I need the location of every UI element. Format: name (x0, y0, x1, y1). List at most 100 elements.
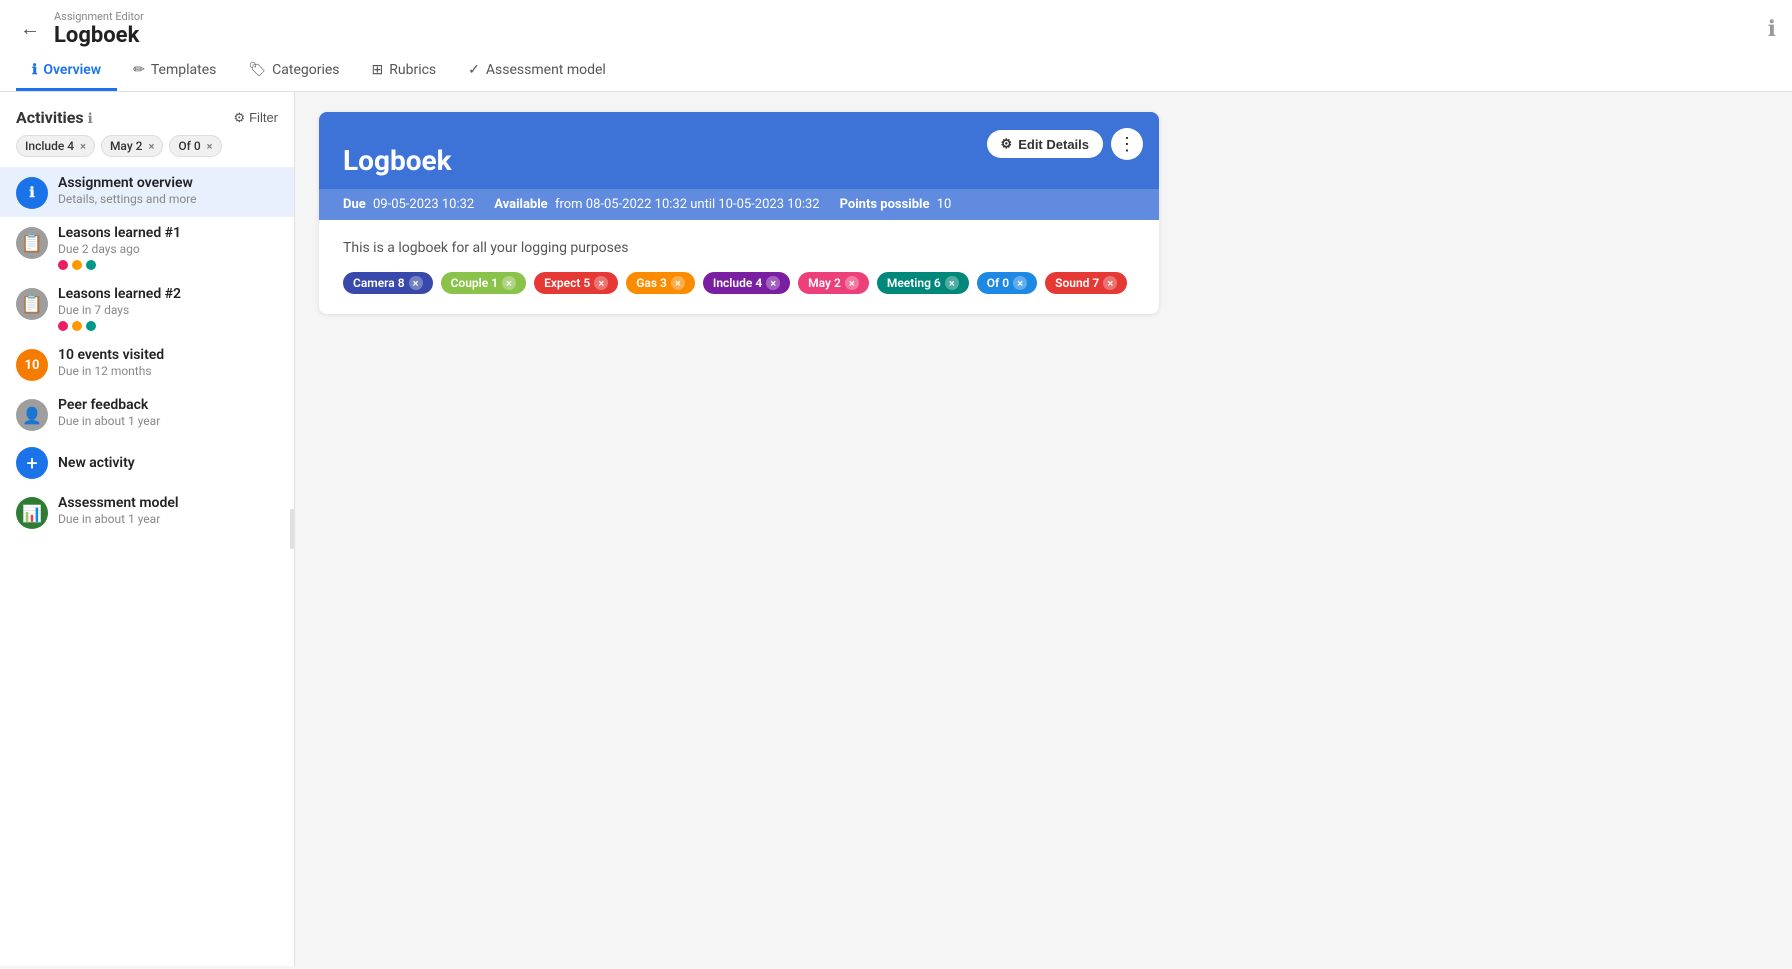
activity-sub-assessment: Due in about 1 year (58, 512, 278, 526)
tag-gas[interactable]: Gas 3 × (626, 272, 695, 294)
filter-label: Filter (249, 110, 278, 125)
chip-may-label: May 2 (110, 139, 143, 153)
chip-of0[interactable]: Of 0 × (169, 135, 221, 157)
activity-icon-leasons2: 📋 (16, 288, 48, 320)
sidebar-item-leasons-2[interactable]: 📋 Leasons learned #2 Due in 7 days (0, 278, 294, 339)
sidebar-item-events[interactable]: 10 10 events visited Due in 12 months (0, 339, 294, 389)
chip-of0-label: Of 0 (178, 139, 200, 153)
activities-info-icon[interactable]: ℹ (88, 111, 93, 127)
tag-meeting-close[interactable]: × (945, 276, 959, 290)
back-button[interactable]: ← (16, 14, 44, 45)
tag-camera-close[interactable]: × (409, 276, 423, 290)
tab-rubrics[interactable]: ⊞ Rubrics (356, 52, 453, 91)
dot-orange2 (72, 321, 82, 331)
gear-icon: ⚙ (1001, 136, 1013, 152)
assignment-card: ⚙ Edit Details ⋮ Logboek Due 09-05-2023 … (319, 112, 1159, 314)
sidebar-header: Activities ℹ ⚙ Filter (0, 104, 294, 135)
sidebar-item-peer-feedback[interactable]: 👤 Peer feedback Due in about 1 year (0, 389, 294, 439)
available-label: Available (494, 197, 547, 212)
tab-categories-label: Categories (272, 62, 339, 78)
tab-assessment[interactable]: ✓ Assessment model (452, 52, 622, 91)
dot-pink (58, 260, 68, 270)
tag-camera[interactable]: Camera 8 × (343, 272, 433, 294)
new-activity-button[interactable]: + New activity (0, 439, 294, 487)
due-label: Due (343, 197, 366, 212)
activity-name-leasons2: Leasons learned #2 (58, 286, 278, 302)
tag-couple-close[interactable]: × (502, 276, 516, 290)
tag-sound-close[interactable]: × (1103, 276, 1117, 290)
card-body: This is a logboek for all your logging p… (319, 220, 1159, 314)
sidebar: Activities ℹ ⚙ Filter Include 4 × May 2 … (0, 92, 295, 966)
dot-teal (86, 260, 96, 270)
edit-details-button[interactable]: ⚙ Edit Details (987, 130, 1103, 158)
activity-icon-events: 10 (16, 349, 48, 381)
points-value: 10 (937, 197, 952, 212)
activity-sub-leasons1: Due 2 days ago (58, 242, 278, 256)
dot-orange (72, 260, 82, 270)
available-value: from 08-05-2022 10:32 until 10-05-2023 1… (555, 197, 820, 212)
sidebar-item-assignment-overview[interactable]: ℹ Assignment overview Details, settings … (0, 167, 294, 217)
categories-icon: 🏷 (248, 62, 266, 78)
more-options-button[interactable]: ⋮ (1111, 128, 1143, 160)
tab-assessment-label: Assessment model (486, 62, 606, 78)
header-title: Logboek (54, 23, 144, 48)
tag-include-label: Include 4 (713, 276, 762, 290)
points-label: Points possible (840, 197, 930, 212)
tag-gas-close[interactable]: × (671, 276, 685, 290)
assessment-icon: ✓ (468, 62, 480, 78)
chip-of0-close[interactable]: × (207, 140, 213, 153)
tab-templates[interactable]: ✏ Templates (117, 52, 232, 91)
filter-button[interactable]: ⚙ Filter (233, 110, 278, 126)
activity-info-leasons2: Leasons learned #2 Due in 7 days (58, 286, 278, 331)
sidebar-item-leasons-1[interactable]: 📋 Leasons learned #1 Due 2 days ago (0, 217, 294, 278)
tag-ofzero[interactable]: Of 0 × (977, 272, 1037, 294)
tag-include-close[interactable]: × (766, 276, 780, 290)
header-subtitle: Assignment Editor (54, 10, 144, 23)
tag-may[interactable]: May 2 × (798, 272, 869, 294)
activity-info-overview: Assignment overview Details, settings an… (58, 175, 278, 206)
tag-may-close[interactable]: × (845, 276, 859, 290)
header: ← Assignment Editor Logboek ℹ ℹ Overview… (0, 0, 1792, 92)
activity-icon-peer: 👤 (16, 399, 48, 431)
tag-include[interactable]: Include 4 × (703, 272, 790, 294)
tab-templates-label: Templates (151, 62, 217, 78)
activity-sub-peer: Due in about 1 year (58, 414, 278, 428)
activity-name-overview: Assignment overview (58, 175, 278, 191)
tab-overview[interactable]: ℹ Overview (16, 52, 117, 91)
activity-name-events: 10 events visited (58, 347, 278, 363)
activity-name-assessment: Assessment model (58, 495, 278, 511)
sidebar-item-assessment-model[interactable]: 📊 Assessment model Due in about 1 year (0, 487, 294, 537)
tag-couple[interactable]: Couple 1 × (441, 272, 527, 294)
activity-sub-leasons2: Due in 7 days (58, 303, 278, 317)
activities-title: Activities (16, 108, 84, 127)
main-layout: Activities ℹ ⚙ Filter Include 4 × May 2 … (0, 92, 1792, 966)
edit-details-label: Edit Details (1018, 137, 1089, 152)
tag-expect-label: Expect 5 (544, 276, 590, 290)
tag-couple-label: Couple 1 (451, 276, 499, 290)
filter-chips: Include 4 × May 2 × Of 0 × (0, 135, 294, 167)
tag-camera-label: Camera 8 (353, 276, 405, 290)
tag-gas-label: Gas 3 (636, 276, 667, 290)
activity-info-assessment: Assessment model Due in about 1 year (58, 495, 278, 526)
card-meta: Due 09-05-2023 10:32 Available from 08-0… (319, 189, 1159, 220)
tab-rubrics-label: Rubrics (389, 62, 436, 78)
nav-tabs: ℹ Overview ✏ Templates 🏷 Categories ⊞ Ru… (16, 52, 1776, 91)
rubrics-icon: ⊞ (372, 62, 384, 78)
tag-meeting[interactable]: Meeting 6 × (877, 272, 969, 294)
chip-include-close[interactable]: × (80, 140, 86, 153)
filter-icon: ⚙ (233, 110, 245, 126)
tag-expect-close[interactable]: × (594, 276, 608, 290)
chip-may[interactable]: May 2 × (101, 135, 163, 157)
main-content: ⚙ Edit Details ⋮ Logboek Due 09-05-2023 … (295, 92, 1792, 966)
tab-overview-label: Overview (43, 62, 101, 78)
chip-may-close[interactable]: × (149, 140, 155, 153)
activity-sub-overview: Details, settings and more (58, 192, 278, 206)
tag-ofzero-close[interactable]: × (1013, 276, 1027, 290)
tag-sound[interactable]: Sound 7 × (1045, 272, 1127, 294)
info-icon[interactable]: ℹ (1768, 17, 1776, 42)
activity-name-leasons1: Leasons learned #1 (58, 225, 278, 241)
chip-include[interactable]: Include 4 × (16, 135, 95, 157)
tag-expect[interactable]: Expect 5 × (534, 272, 618, 294)
activity-icon-assessment: 📊 (16, 497, 48, 529)
tab-categories[interactable]: 🏷 Categories (232, 52, 355, 91)
